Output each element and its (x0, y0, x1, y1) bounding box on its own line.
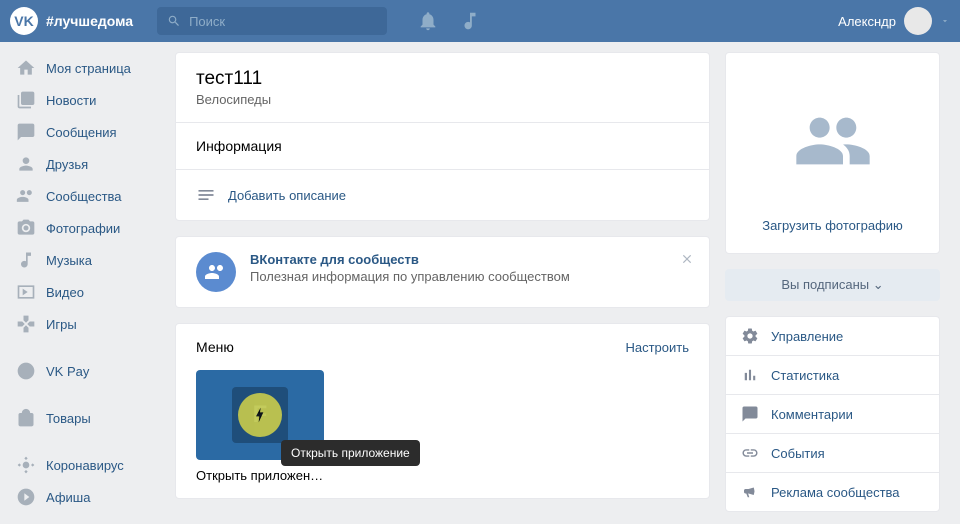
subscribed-label: Вы подписаны (781, 277, 869, 292)
search-box[interactable] (157, 7, 387, 35)
comments-link[interactable]: Комментарии (725, 394, 940, 433)
nav-label: Сообщения (46, 125, 117, 140)
tooltip: Открыть приложение (281, 440, 420, 466)
hashtag-link[interactable]: #лучшедома (46, 13, 133, 29)
nav-my-page[interactable]: Моя страница (10, 52, 160, 84)
upload-photo-button[interactable]: Загрузить фотографию (746, 218, 919, 233)
nav-label: VK Pay (46, 364, 89, 379)
text-icon (196, 185, 216, 205)
nav-label: Игры (46, 317, 77, 332)
nav-photos[interactable]: Фотографии (10, 212, 160, 244)
nav-news[interactable]: Новости (10, 84, 160, 116)
nav-afisha[interactable]: Афиша (10, 481, 160, 513)
page-title: тест111 (196, 68, 689, 90)
nav-label: Сообщества (46, 189, 122, 204)
nav-label: Моя страница (46, 61, 131, 76)
nav-goods[interactable]: Товары (10, 402, 160, 434)
manage-label: События (771, 446, 825, 461)
nav-corona[interactable]: Коронавирус (10, 449, 160, 481)
top-header: VK #лучшедома Алексндр (0, 0, 960, 42)
add-description-button[interactable]: Добавить описание (196, 185, 689, 205)
nav-label: Музыка (46, 253, 92, 268)
nav-label: Коронавирус (46, 458, 124, 473)
nav-communities[interactable]: Сообщества (10, 180, 160, 212)
play-icon (16, 487, 36, 507)
user-menu[interactable]: Алексндр (838, 7, 950, 35)
group-icon (16, 186, 36, 206)
page-subtitle: Велосипеды (196, 92, 689, 107)
news-icon (16, 90, 36, 110)
nav-vkpay[interactable]: VK Pay (10, 355, 160, 387)
bell-icon[interactable] (417, 10, 439, 32)
manage-label: Статистика (771, 368, 839, 383)
menu-title: Меню (196, 339, 234, 355)
info-banner: ВКонтакте для сообществ Полезная информа… (175, 236, 710, 308)
stats-link[interactable]: Статистика (725, 355, 940, 394)
nav-label: Новости (46, 93, 96, 108)
bag-icon (16, 408, 36, 428)
sidebar: Моя страница Новости Сообщения Друзья Со… (10, 52, 160, 514)
link-icon (741, 444, 759, 462)
manage-link[interactable]: Управление (725, 316, 940, 355)
nav-games[interactable]: Игры (10, 308, 160, 340)
search-icon (167, 14, 181, 28)
manage-label: Реклама сообщества (771, 485, 900, 500)
nav-label: Фотографии (46, 221, 120, 236)
close-icon[interactable] (680, 252, 694, 266)
banner-title[interactable]: ВКонтакте для сообществ (250, 252, 570, 267)
friends-icon (16, 154, 36, 174)
nav-messages[interactable]: Сообщения (10, 116, 160, 148)
camera-icon (16, 218, 36, 238)
app-tile[interactable]: F Открыть приложение (196, 370, 324, 460)
search-input[interactable] (189, 14, 377, 29)
manage-label: Управление (771, 329, 843, 344)
configure-link[interactable]: Настроить (625, 340, 689, 355)
avatar (904, 7, 932, 35)
nav-label: Видео (46, 285, 84, 300)
nav-friends[interactable]: Друзья (10, 148, 160, 180)
cursor-highlight (238, 393, 282, 437)
subscribed-button[interactable]: Вы подписаны ⌄ (725, 269, 940, 301)
nav-video[interactable]: Видео (10, 276, 160, 308)
chevron-down-icon: ⌄ (873, 277, 884, 292)
gear-icon (741, 327, 759, 345)
megaphone-icon (741, 483, 759, 501)
nav-label: Афиша (46, 490, 90, 505)
video-icon (16, 282, 36, 302)
banner-text: Полезная информация по управлению сообще… (250, 269, 570, 284)
menu-card: Меню Настроить F Открыть приложение Откр… (175, 323, 710, 499)
photo-placeholder (746, 73, 919, 208)
message-icon (16, 122, 36, 142)
add-desc-label: Добавить описание (228, 188, 346, 203)
username: Алексндр (838, 14, 896, 29)
manage-label: Комментарии (771, 407, 853, 422)
home-icon (16, 58, 36, 78)
info-header: Информация (196, 138, 689, 154)
nav-label: Товары (46, 411, 91, 426)
music-icon[interactable] (459, 10, 481, 32)
nav-music[interactable]: Музыка (10, 244, 160, 276)
virus-icon (16, 455, 36, 475)
nav-label: Друзья (46, 157, 88, 172)
events-link[interactable]: События (725, 433, 940, 472)
chevron-down-icon (940, 16, 950, 26)
stats-icon (741, 366, 759, 384)
ads-link[interactable]: Реклама сообщества (725, 472, 940, 512)
photo-upload-card: Загрузить фотографию (725, 52, 940, 254)
app-label: Открыть приложен… (196, 468, 324, 483)
community-icon (196, 252, 236, 292)
vk-logo[interactable]: VK (10, 7, 38, 35)
music-note-icon (16, 250, 36, 270)
gamepad-icon (16, 314, 36, 334)
page-header-card: тест111 Велосипеды Информация Добавить о… (175, 52, 710, 221)
ruble-icon (16, 361, 36, 381)
comment-icon (741, 405, 759, 423)
